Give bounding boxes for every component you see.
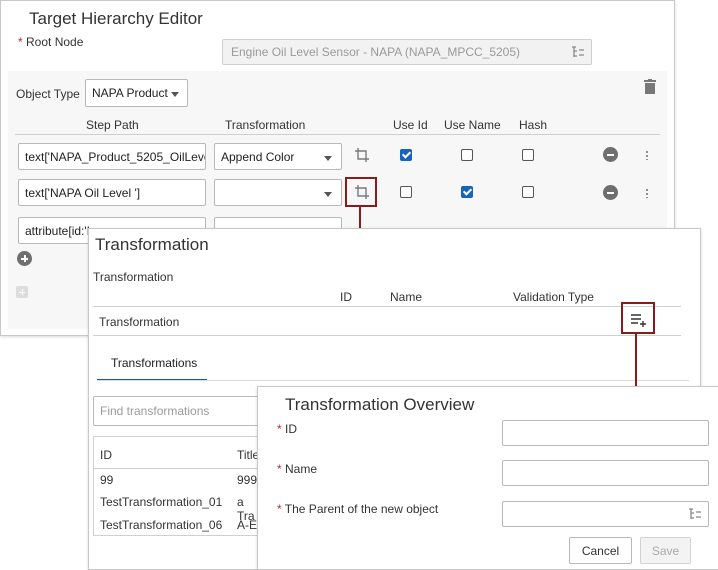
- root-node-label: * Root Node: [18, 35, 84, 49]
- row-divider: [93, 335, 681, 336]
- object-type-label: Object Type: [16, 87, 80, 101]
- transformation-section-label: Transformation: [93, 270, 174, 284]
- required-marker: *: [18, 35, 23, 49]
- header-divider: [15, 134, 660, 135]
- chevron-down-icon: [324, 156, 332, 161]
- parent-label: * The Parent of the new object: [277, 502, 439, 516]
- required-marker: *: [277, 422, 282, 436]
- use-id-checkbox[interactable]: [400, 186, 412, 198]
- col-hash: Hash: [519, 118, 548, 132]
- cancel-button[interactable]: Cancel: [569, 537, 632, 564]
- hierarchy-picker-icon[interactable]: [688, 508, 702, 521]
- overview-title: Transformation Overview: [285, 395, 475, 414]
- step-path-input[interactable]: text['NAPA_Product_5205_OilLeve: [18, 143, 206, 170]
- parent-field[interactable]: [502, 501, 709, 527]
- remove-row-icon[interactable]: [603, 185, 618, 200]
- list-item-title[interactable]: 999: [237, 473, 257, 487]
- col-use-id: Use Id: [393, 118, 428, 132]
- transformation-overview-dialog: Transformation Overview * ID * Name * Th…: [257, 386, 718, 570]
- annotation-arrow: [635, 333, 637, 393]
- add-object-icon[interactable]: [16, 286, 28, 298]
- row-menu-icon[interactable]: [646, 150, 648, 160]
- transformation-row-label: Transformation: [99, 315, 180, 329]
- required-marker: *: [277, 502, 282, 516]
- required-marker: *: [277, 462, 282, 476]
- trash-icon[interactable]: [644, 79, 656, 94]
- crop-transform-icon[interactable]: [354, 147, 370, 163]
- list-header-divider: [94, 468, 262, 469]
- editor-title: Target Hierarchy Editor: [29, 9, 203, 28]
- root-node-field[interactable]: Engine Oil Level Sensor - NAPA (NAPA_MPC…: [222, 39, 592, 65]
- hash-checkbox[interactable]: [522, 149, 534, 161]
- tab-transformations[interactable]: Transformations: [111, 356, 197, 370]
- list-col-title: Title: [237, 448, 260, 462]
- hierarchy-picker-icon[interactable]: [571, 46, 585, 59]
- chevron-down-icon: [324, 192, 332, 197]
- list-col-id: ID: [100, 448, 112, 462]
- col-validation-type: Validation Type: [513, 290, 594, 304]
- row-menu-icon[interactable]: [646, 188, 648, 198]
- name-field[interactable]: [502, 460, 709, 486]
- id-field[interactable]: [502, 420, 709, 446]
- find-transformations-input[interactable]: Find transformations: [93, 396, 263, 426]
- col-use-name: Use Name: [444, 118, 501, 132]
- remove-row-icon[interactable]: [603, 147, 618, 162]
- object-type-select[interactable]: NAPA Product: [85, 79, 188, 107]
- use-name-checkbox[interactable]: [461, 149, 473, 161]
- highlight-transform-button: [345, 177, 377, 207]
- header-divider: [93, 306, 681, 307]
- list-item-id[interactable]: 99: [100, 473, 113, 487]
- transformation-select[interactable]: [214, 179, 342, 206]
- col-transformation: Transformation: [225, 118, 306, 132]
- id-label: * ID: [277, 422, 298, 436]
- col-id: ID: [340, 290, 352, 304]
- list-item-id[interactable]: TestTransformation_01: [100, 495, 222, 509]
- step-path-input[interactable]: text['NAPA Oil Level ']: [18, 179, 206, 206]
- transformation-dialog-title: Transformation: [95, 235, 209, 254]
- tab-divider: [97, 380, 689, 381]
- use-name-checkbox[interactable]: [461, 186, 473, 198]
- highlight-add-button: [621, 302, 655, 334]
- save-button[interactable]: Save: [640, 537, 691, 564]
- list-item-id[interactable]: TestTransformation_06: [100, 518, 222, 532]
- col-step-path: Step Path: [86, 118, 139, 132]
- hash-checkbox[interactable]: [522, 186, 534, 198]
- col-name: Name: [390, 290, 423, 304]
- use-id-checkbox[interactable]: [400, 149, 412, 161]
- transformation-select[interactable]: Append Color: [214, 143, 342, 170]
- name-label: * Name: [277, 462, 318, 476]
- chevron-down-icon: [171, 92, 179, 97]
- transformations-list: ID Title 99 999 TestTransformation_01 a …: [93, 436, 263, 536]
- add-row-icon[interactable]: [17, 251, 32, 266]
